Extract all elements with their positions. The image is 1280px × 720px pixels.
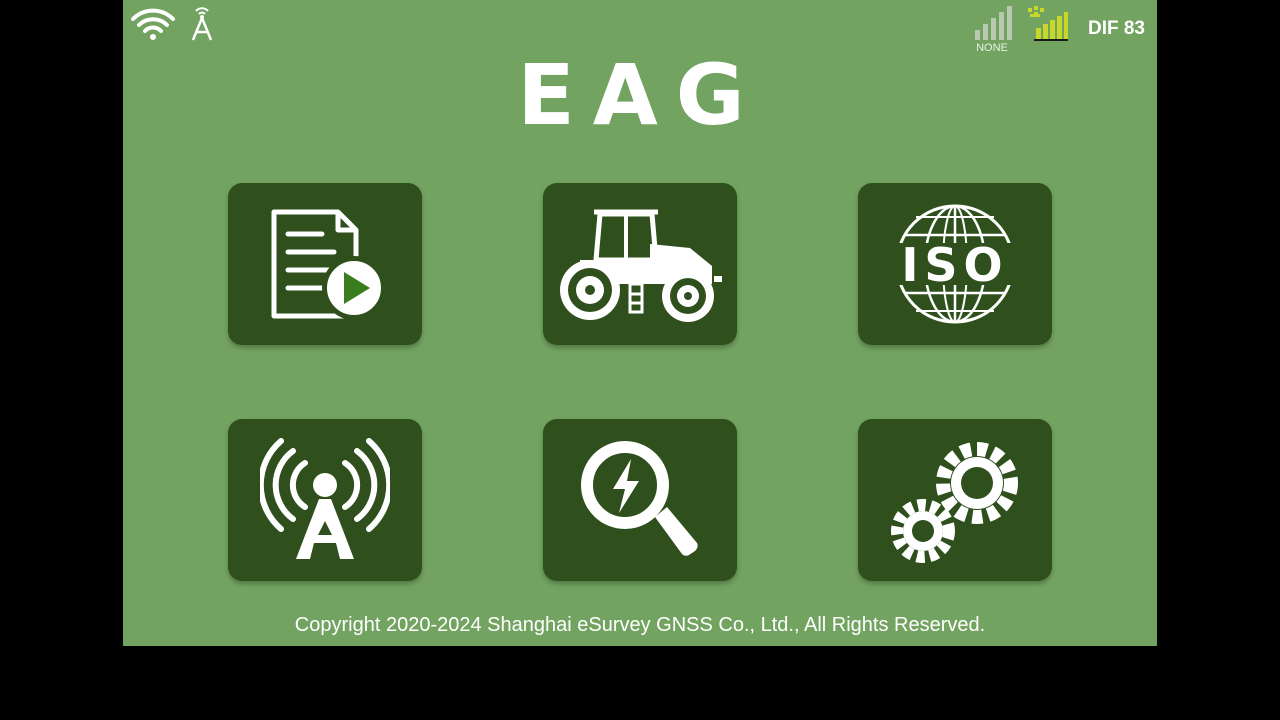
tile-correction-signal[interactable] bbox=[228, 419, 422, 581]
iso-label: ISO bbox=[901, 238, 1008, 292]
radio-tower-icon bbox=[260, 438, 390, 559]
tractor-icon bbox=[560, 209, 722, 322]
tile-vehicle[interactable] bbox=[543, 183, 737, 345]
settings-gears-icon bbox=[891, 442, 1018, 563]
copyright-footer: Copyright 2020-2024 Shanghai eSurvey GNS… bbox=[294, 614, 986, 636]
document-play-icon bbox=[271, 209, 386, 320]
iso-globe-icon: ISO bbox=[882, 204, 1028, 324]
tile-job-document[interactable] bbox=[228, 183, 422, 345]
tile-isobus[interactable]: ISO bbox=[858, 183, 1052, 345]
cellular-signal-icon bbox=[974, 6, 1012, 40]
app-screen: NONE DIF 83 EAG ISO Copyright 2020-2024 … bbox=[123, 0, 1157, 646]
tile-settings[interactable] bbox=[858, 419, 1052, 581]
app-title: EAG bbox=[517, 46, 763, 144]
tile-diagnostics[interactable] bbox=[543, 419, 737, 581]
diagnostics-search-icon bbox=[581, 441, 698, 556]
